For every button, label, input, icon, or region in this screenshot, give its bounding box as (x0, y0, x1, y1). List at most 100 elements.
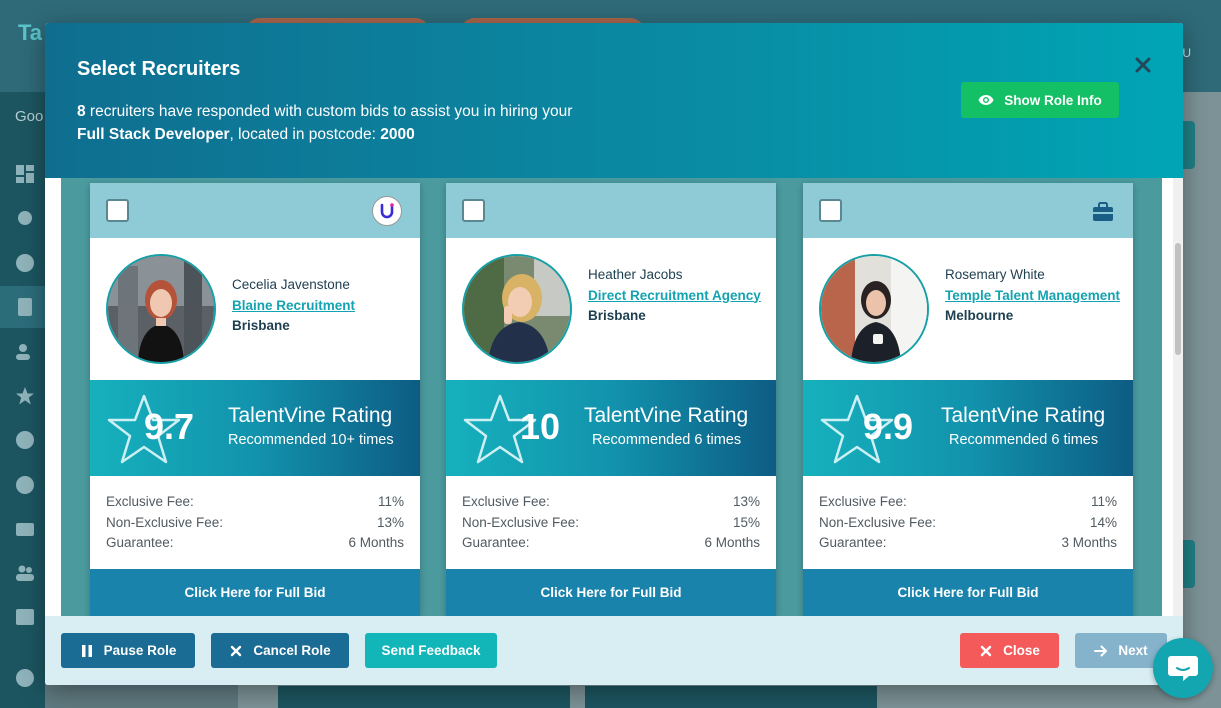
recruiter-card: Heather Jacobs Direct Recruitment Agency… (446, 183, 776, 616)
select-recruiter-checkbox[interactable] (819, 199, 842, 222)
fee-row: Guarantee: 6 Months (106, 533, 404, 554)
close-icon[interactable] (1133, 55, 1153, 75)
fee-label: Non-Exclusive Fee: (819, 514, 937, 530)
close-icon (980, 645, 992, 656)
full-bid-button[interactable]: Click Here for Full Bid (446, 569, 776, 616)
send-feedback-label: Send Feedback (381, 643, 481, 658)
star-icon (14, 385, 36, 407)
next-label: Next (1118, 643, 1148, 658)
modal-scrollbar[interactable] (1173, 178, 1183, 616)
rating-banner: 9.7 TalentVine Rating Recommended 10+ ti… (90, 380, 420, 476)
fee-value: 11% (377, 494, 404, 509)
full-bid-button[interactable]: Click Here for Full Bid (90, 569, 420, 616)
chat-icon (1168, 656, 1198, 681)
recruiter-avatar (462, 254, 572, 364)
agency-link[interactable]: Temple Talent Management (945, 286, 1125, 307)
select-recruiters-modal: Select Recruiters 8 recruiters have resp… (45, 23, 1183, 685)
fee-table: Exclusive Fee: 11% Non-Exclusive Fee: 14% … (803, 476, 1133, 569)
recommended-count: Recommended 10+ times (228, 432, 394, 448)
recruiter-name: Cecelia Javenstone (232, 277, 350, 292)
rating-score: 10 (520, 406, 561, 447)
recruiter-name: Rosemary White (945, 267, 1045, 282)
show-role-info-button[interactable]: Show Role Info (961, 82, 1119, 118)
check-badge-icon (14, 429, 36, 451)
recruiter-profile: Cecelia Javenstone Blaine Recruitment Br… (90, 238, 420, 380)
pause-role-label: Pause Role (103, 643, 177, 658)
rating-label: TalentVine Rating (228, 404, 393, 427)
fee-value: 14% (1089, 514, 1117, 530)
subtitle-text: , located in postcode: (229, 126, 381, 143)
user-initial: U (1182, 46, 1191, 60)
recommended-count: Recommended 6 times (592, 432, 742, 448)
subtitle-text: recruiters have responded with custom bi… (85, 103, 573, 120)
send-feedback-button[interactable]: Send Feedback (365, 633, 497, 668)
rating-label: TalentVine Rating (941, 404, 1106, 427)
fee-row: Guarantee: 6 Months (462, 533, 760, 554)
modal-footer: Pause Role Cancel Role Send Feedback Clo… (45, 616, 1183, 685)
close-icon (231, 645, 242, 656)
postcode: 2000 (380, 126, 415, 143)
modal-body: Cecelia Javenstone Blaine Recruitment Br… (45, 178, 1183, 616)
recruiter-city: Brisbane (588, 308, 646, 323)
scrollbar-thumb[interactable] (1175, 243, 1181, 355)
background-button (1183, 121, 1195, 169)
recruiter-cards-area: Cecelia Javenstone Blaine Recruitment Br… (61, 178, 1162, 616)
fee-table: Exclusive Fee: 11% Non-Exclusive Fee: 13% … (90, 476, 420, 569)
fee-label: Guarantee: (462, 535, 530, 550)
fee-label: Guarantee: (819, 535, 887, 550)
rating-score: 9.7 (144, 406, 195, 447)
recruiter-count: 8 (77, 103, 86, 120)
close-label: Close (1003, 643, 1040, 658)
fee-label: Exclusive Fee: (106, 494, 194, 509)
card-top-bar (90, 183, 420, 238)
agency-logo-icon (372, 196, 402, 226)
fee-value: 13% (376, 514, 404, 530)
cancel-role-label: Cancel Role (253, 643, 331, 658)
recommended-count: Recommended 6 times (949, 432, 1099, 448)
fee-value: 11% (1090, 494, 1117, 509)
rating-label: TalentVine Rating (584, 404, 749, 427)
fee-row: Non-Exclusive Fee: 13% (106, 513, 404, 534)
recruiter-info: Cecelia Javenstone Blaine Recruitment Br… (232, 275, 412, 337)
cancel-role-button[interactable]: Cancel Role (211, 633, 349, 668)
fee-row: Non-Exclusive Fee: 15% (462, 513, 760, 534)
fee-label: Non-Exclusive Fee: (106, 514, 224, 530)
recruiter-name: Heather Jacobs (588, 267, 683, 282)
recruiter-city: Melbourne (945, 308, 1014, 323)
fee-row: Exclusive Fee: 11% (819, 492, 1117, 513)
settings-list-icon (14, 606, 36, 628)
agency-link[interactable]: Blaine Recruitment (232, 296, 412, 317)
info-icon (14, 667, 36, 689)
rating-banner: 10 TalentVine Rating Recommended 6 times (446, 380, 776, 476)
pause-icon (81, 644, 92, 657)
users-icon (14, 562, 36, 584)
full-bid-button[interactable]: Click Here for Full Bid (803, 569, 1133, 616)
fee-label: Exclusive Fee: (819, 494, 907, 509)
pause-icon (14, 474, 36, 496)
rating-banner: 9.9 TalentVine Rating Recommended 6 time… (803, 380, 1133, 476)
gear-icon (14, 207, 36, 229)
agency-link[interactable]: Direct Recruitment Agency (588, 286, 768, 307)
document-icon (14, 296, 36, 318)
pause-role-button[interactable]: Pause Role (61, 633, 195, 668)
fee-value: 15% (732, 514, 760, 530)
fee-row: Exclusive Fee: 11% (106, 492, 404, 513)
recruiter-info: Heather Jacobs Direct Recruitment Agency… (588, 265, 768, 327)
select-recruiter-checkbox[interactable] (106, 199, 129, 222)
role-name: Full Stack Developer (77, 126, 230, 143)
close-button[interactable]: Close (960, 633, 1059, 668)
fee-row: Exclusive Fee: 13% (462, 492, 760, 513)
add-user-icon (14, 341, 36, 363)
show-role-info-label: Show Role Info (1004, 92, 1102, 108)
app-logo: Ta (18, 20, 43, 45)
rating-score: 9.9 (863, 406, 914, 447)
select-recruiter-checkbox[interactable] (462, 199, 485, 222)
fee-value: 13% (732, 494, 760, 509)
fee-table: Exclusive Fee: 13% Non-Exclusive Fee: 15% … (446, 476, 776, 569)
arrow-right-icon (1094, 645, 1108, 656)
card-top-bar (446, 183, 776, 238)
background-button (1183, 540, 1195, 588)
fee-value: 3 Months (1061, 535, 1117, 550)
briefcase-icon (1091, 201, 1115, 223)
chat-button[interactable] (1153, 638, 1213, 698)
